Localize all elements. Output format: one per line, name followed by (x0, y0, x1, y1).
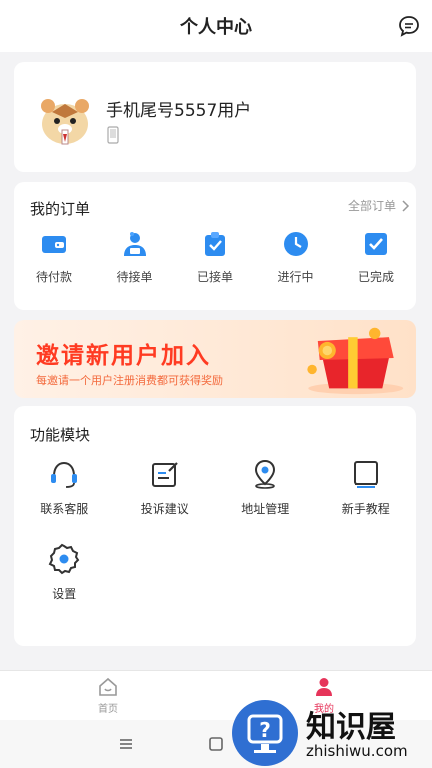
module-complaints[interactable]: 投诉建议 (115, 458, 216, 517)
module-label: 地址管理 (241, 502, 290, 516)
clipboard-icon (205, 232, 225, 256)
module-label: 联系客服 (40, 502, 89, 516)
all-orders-label: 全部订单 (347, 199, 396, 213)
module-contact-support[interactable]: 联系客服 (14, 458, 115, 517)
all-orders-link[interactable]: 全部订单 (348, 197, 410, 214)
banner-title: 邀请新用户加入 (36, 343, 211, 369)
location-pin-icon (255, 459, 276, 489)
hamster-avatar (41, 99, 89, 145)
orders-title: 我的订单 (30, 200, 91, 218)
watermark-logo: ? (232, 700, 298, 766)
headset-icon (51, 461, 78, 488)
module-label: 设置 (52, 587, 77, 601)
svg-text:?: ? (259, 718, 271, 742)
order-item-label: 进行中 (277, 270, 314, 284)
gift-box-icon (307, 327, 404, 395)
order-item-in-progress[interactable]: 进行中 (256, 230, 336, 285)
modules-title: 功能模块 (30, 426, 91, 444)
courier-icon (123, 232, 146, 256)
chat-bubble-icon[interactable] (398, 15, 420, 37)
edit-note-icon (151, 462, 178, 487)
tab-label: 首页 (98, 704, 118, 715)
orders-card: 我的订单 全部订单 待付款 待接单 已接单 进行中 已完成 (14, 182, 416, 310)
username: 手机尾号5557用户 (106, 101, 252, 121)
checklist-icon (365, 233, 387, 255)
gear-icon (48, 543, 80, 575)
home-icon (99, 677, 117, 696)
invite-banner[interactable]: 邀请新用户加入 每邀请一个用户注册消费都可获得奖励 (14, 320, 416, 398)
book-icon (353, 461, 378, 488)
order-item-completed[interactable]: 已完成 (336, 230, 416, 285)
banner-subtitle: 每邀请一个用户注册消费都可获得奖励 (36, 374, 223, 387)
home-square-icon[interactable] (206, 734, 226, 754)
order-item-label: 待付款 (35, 270, 72, 284)
question-monitor-icon: ? (247, 714, 283, 753)
top-header: 个人中心 (0, 0, 432, 52)
tab-home[interactable]: 首页 (0, 671, 216, 720)
clock-icon (283, 232, 308, 256)
module-settings[interactable]: 设置 (14, 543, 115, 602)
order-item-label: 已接单 (196, 270, 233, 284)
watermark-en: zhishiwu.com (306, 742, 408, 760)
module-tutorial[interactable]: 新手教程 (316, 458, 417, 517)
person-icon (316, 678, 332, 696)
page-title: 个人中心 (180, 17, 252, 38)
module-address[interactable]: 地址管理 (215, 458, 316, 517)
module-label: 新手教程 (341, 502, 390, 516)
watermark-cn: 知识屋 (306, 710, 396, 745)
order-item-label: 待接单 (116, 270, 153, 284)
watermark: ? 知识屋 zhishiwu.com (232, 700, 432, 768)
order-item-label: 已完成 (357, 270, 394, 284)
module-label: 投诉建议 (140, 502, 189, 516)
modules-card: 功能模块 联系客服 投诉建议 地址管理 新手教程 设置 (14, 406, 416, 646)
order-item-awaiting-acceptance[interactable]: 待接单 (95, 230, 175, 285)
order-item-pending-payment[interactable]: 待付款 (14, 230, 94, 285)
order-item-accepted[interactable]: 已接单 (175, 230, 255, 285)
wallet-icon (42, 236, 66, 253)
phone-icon (107, 126, 119, 144)
menu-icon[interactable] (116, 734, 136, 754)
chevron-right-icon (402, 199, 410, 212)
